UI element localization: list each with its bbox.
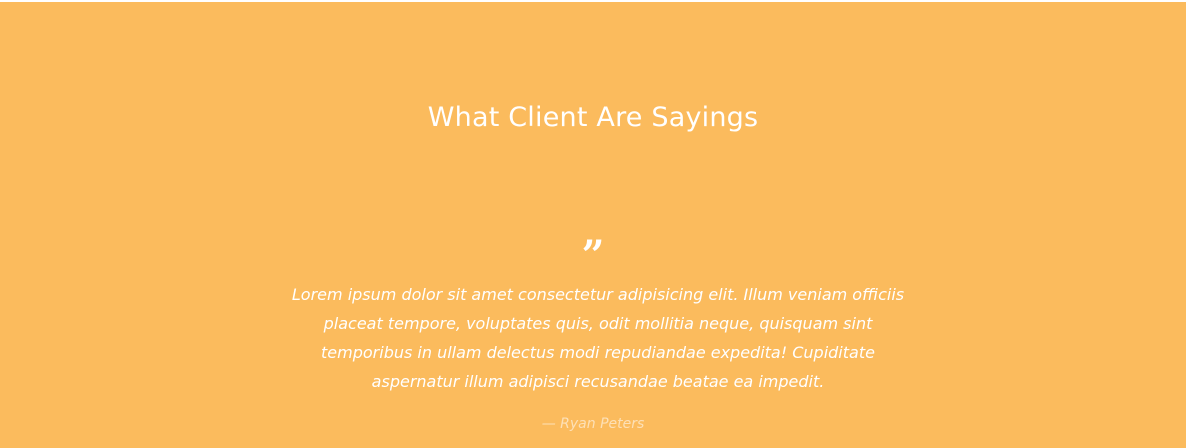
- section-title: What Client Are Sayings: [427, 102, 759, 133]
- quote-icon: ”: [581, 232, 605, 279]
- testimonial-author: — Ryan Peters: [541, 416, 645, 432]
- testimonial-text: Lorem ipsum dolor sit amet consectetur a…: [291, 285, 905, 391]
- testimonials-section: What Client Are Sayings ” Lorem ipsum do…: [0, 2, 1186, 448]
